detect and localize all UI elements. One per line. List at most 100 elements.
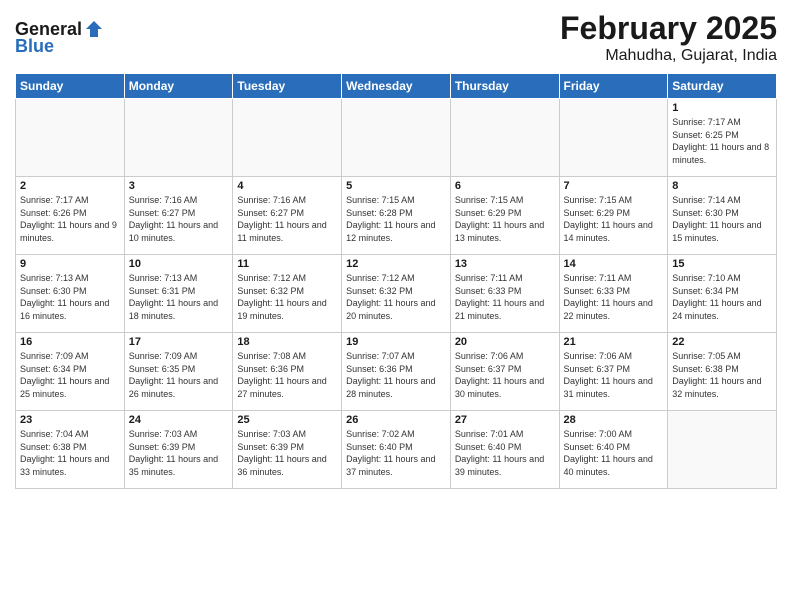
day-number: 21	[564, 336, 664, 348]
day-number: 16	[20, 336, 120, 348]
day-info: Sunrise: 7:09 AM Sunset: 6:35 PM Dayligh…	[129, 350, 229, 400]
calendar-header-row: Sunday Monday Tuesday Wednesday Thursday…	[16, 74, 777, 99]
week-row-0: 1 Sunrise: 7:17 AM Sunset: 6:25 PM Daylig…	[16, 99, 777, 177]
day-number: 3	[129, 180, 229, 192]
day-info: Sunrise: 7:01 AM Sunset: 6:40 PM Dayligh…	[455, 428, 555, 478]
day-info: Sunrise: 7:15 AM Sunset: 6:29 PM Dayligh…	[455, 194, 555, 244]
day-info: Sunrise: 7:03 AM Sunset: 6:39 PM Dayligh…	[237, 428, 337, 478]
day-number: 18	[237, 336, 337, 348]
day-cell-3-5: 21 Sunrise: 7:06 AM Sunset: 6:37 PM Dayli…	[559, 333, 668, 411]
day-cell-3-0: 16 Sunrise: 7:09 AM Sunset: 6:34 PM Dayli…	[16, 333, 125, 411]
day-number: 6	[455, 180, 555, 192]
day-info: Sunrise: 7:06 AM Sunset: 6:37 PM Dayligh…	[564, 350, 664, 400]
day-cell-0-1	[124, 99, 233, 177]
day-number: 22	[672, 336, 772, 348]
day-cell-4-4: 27Sunrise: 7:01 AM Sunset: 6:40 PM Dayli…	[450, 411, 559, 489]
day-number: 7	[564, 180, 664, 192]
day-info: Sunrise: 7:11 AM Sunset: 6:33 PM Dayligh…	[564, 272, 664, 322]
day-cell-1-5: 7 Sunrise: 7:15 AM Sunset: 6:29 PM Daylig…	[559, 177, 668, 255]
day-number: 26	[346, 414, 446, 426]
day-number: 8	[672, 180, 772, 192]
logo-blue: Blue	[15, 36, 54, 57]
day-info: Sunrise: 7:17 AM Sunset: 6:25 PM Dayligh…	[672, 116, 772, 166]
logo-icon	[84, 19, 104, 39]
header-saturday: Saturday	[668, 74, 777, 99]
day-cell-2-4: 13 Sunrise: 7:11 AM Sunset: 6:33 PM Dayli…	[450, 255, 559, 333]
day-cell-1-3: 5Sunrise: 7:15 AM Sunset: 6:28 PM Daylig…	[342, 177, 451, 255]
week-row-2: 9 Sunrise: 7:13 AM Sunset: 6:30 PM Daylig…	[16, 255, 777, 333]
day-cell-0-2	[233, 99, 342, 177]
logo: General Blue	[15, 19, 104, 57]
day-cell-2-1: 10Sunrise: 7:13 AM Sunset: 6:31 PM Dayli…	[124, 255, 233, 333]
header: General Blue February 2025 Mahudha, Guja…	[15, 10, 777, 65]
day-cell-0-4	[450, 99, 559, 177]
day-cell-1-0: 2 Sunrise: 7:17 AM Sunset: 6:26 PM Daylig…	[16, 177, 125, 255]
day-number: 1	[672, 102, 772, 114]
week-row-1: 2 Sunrise: 7:17 AM Sunset: 6:26 PM Daylig…	[16, 177, 777, 255]
week-row-4: 23 Sunrise: 7:04 AM Sunset: 6:38 PM Dayli…	[16, 411, 777, 489]
day-cell-0-5	[559, 99, 668, 177]
day-info: Sunrise: 7:14 AM Sunset: 6:30 PM Dayligh…	[672, 194, 772, 244]
header-tuesday: Tuesday	[233, 74, 342, 99]
day-number: 20	[455, 336, 555, 348]
day-info: Sunrise: 7:12 AM Sunset: 6:32 PM Dayligh…	[346, 272, 446, 322]
calendar-table: Sunday Monday Tuesday Wednesday Thursday…	[15, 73, 777, 489]
day-number: 12	[346, 258, 446, 270]
day-cell-2-6: 15Sunrise: 7:10 AM Sunset: 6:34 PM Dayli…	[668, 255, 777, 333]
day-cell-4-2: 25 Sunrise: 7:03 AM Sunset: 6:39 PM Dayli…	[233, 411, 342, 489]
day-info: Sunrise: 7:09 AM Sunset: 6:34 PM Dayligh…	[20, 350, 120, 400]
day-number: 15	[672, 258, 772, 270]
day-cell-3-1: 17Sunrise: 7:09 AM Sunset: 6:35 PM Dayli…	[124, 333, 233, 411]
day-info: Sunrise: 7:05 AM Sunset: 6:38 PM Dayligh…	[672, 350, 772, 400]
day-cell-0-6: 1 Sunrise: 7:17 AM Sunset: 6:25 PM Daylig…	[668, 99, 777, 177]
day-number: 14	[564, 258, 664, 270]
day-info: Sunrise: 7:08 AM Sunset: 6:36 PM Dayligh…	[237, 350, 337, 400]
day-info: Sunrise: 7:15 AM Sunset: 6:29 PM Dayligh…	[564, 194, 664, 244]
day-cell-4-3: 26 Sunrise: 7:02 AM Sunset: 6:40 PM Dayli…	[342, 411, 451, 489]
day-number: 13	[455, 258, 555, 270]
day-number: 23	[20, 414, 120, 426]
header-friday: Friday	[559, 74, 668, 99]
day-cell-2-3: 12 Sunrise: 7:12 AM Sunset: 6:32 PM Dayli…	[342, 255, 451, 333]
day-cell-3-4: 20 Sunrise: 7:06 AM Sunset: 6:37 PM Dayli…	[450, 333, 559, 411]
day-cell-2-2: 11Sunrise: 7:12 AM Sunset: 6:32 PM Dayli…	[233, 255, 342, 333]
day-info: Sunrise: 7:02 AM Sunset: 6:40 PM Dayligh…	[346, 428, 446, 478]
page: General Blue February 2025 Mahudha, Guja…	[0, 0, 792, 612]
header-monday: Monday	[124, 74, 233, 99]
day-cell-1-6: 8 Sunrise: 7:14 AM Sunset: 6:30 PM Daylig…	[668, 177, 777, 255]
day-number: 4	[237, 180, 337, 192]
day-cell-1-1: 3 Sunrise: 7:16 AM Sunset: 6:27 PM Daylig…	[124, 177, 233, 255]
day-info: Sunrise: 7:16 AM Sunset: 6:27 PM Dayligh…	[237, 194, 337, 244]
day-number: 5	[346, 180, 446, 192]
day-cell-1-2: 4 Sunrise: 7:16 AM Sunset: 6:27 PM Daylig…	[233, 177, 342, 255]
day-info: Sunrise: 7:11 AM Sunset: 6:33 PM Dayligh…	[455, 272, 555, 322]
day-cell-0-3	[342, 99, 451, 177]
day-number: 25	[237, 414, 337, 426]
week-row-3: 16 Sunrise: 7:09 AM Sunset: 6:34 PM Dayli…	[16, 333, 777, 411]
day-number: 9	[20, 258, 120, 270]
day-info: Sunrise: 7:13 AM Sunset: 6:30 PM Dayligh…	[20, 272, 120, 322]
day-info: Sunrise: 7:03 AM Sunset: 6:39 PM Dayligh…	[129, 428, 229, 478]
calendar-subtitle: Mahudha, Gujarat, India	[560, 47, 777, 65]
day-info: Sunrise: 7:17 AM Sunset: 6:26 PM Dayligh…	[20, 194, 120, 244]
day-cell-4-6	[668, 411, 777, 489]
day-number: 2	[20, 180, 120, 192]
day-cell-1-4: 6 Sunrise: 7:15 AM Sunset: 6:29 PM Daylig…	[450, 177, 559, 255]
day-cell-3-6: 22 Sunrise: 7:05 AM Sunset: 6:38 PM Dayli…	[668, 333, 777, 411]
day-info: Sunrise: 7:07 AM Sunset: 6:36 PM Dayligh…	[346, 350, 446, 400]
day-cell-4-1: 24 Sunrise: 7:03 AM Sunset: 6:39 PM Dayli…	[124, 411, 233, 489]
day-cell-2-0: 9 Sunrise: 7:13 AM Sunset: 6:30 PM Daylig…	[16, 255, 125, 333]
day-info: Sunrise: 7:06 AM Sunset: 6:37 PM Dayligh…	[455, 350, 555, 400]
day-cell-0-0	[16, 99, 125, 177]
day-number: 10	[129, 258, 229, 270]
day-number: 19	[346, 336, 446, 348]
day-info: Sunrise: 7:04 AM Sunset: 6:38 PM Dayligh…	[20, 428, 120, 478]
day-cell-2-5: 14 Sunrise: 7:11 AM Sunset: 6:33 PM Dayli…	[559, 255, 668, 333]
header-sunday: Sunday	[16, 74, 125, 99]
title-area: February 2025 Mahudha, Gujarat, India	[560, 10, 777, 65]
day-info: Sunrise: 7:12 AM Sunset: 6:32 PM Dayligh…	[237, 272, 337, 322]
day-number: 24	[129, 414, 229, 426]
day-cell-3-2: 18 Sunrise: 7:08 AM Sunset: 6:36 PM Dayli…	[233, 333, 342, 411]
header-thursday: Thursday	[450, 74, 559, 99]
day-info: Sunrise: 7:16 AM Sunset: 6:27 PM Dayligh…	[129, 194, 229, 244]
